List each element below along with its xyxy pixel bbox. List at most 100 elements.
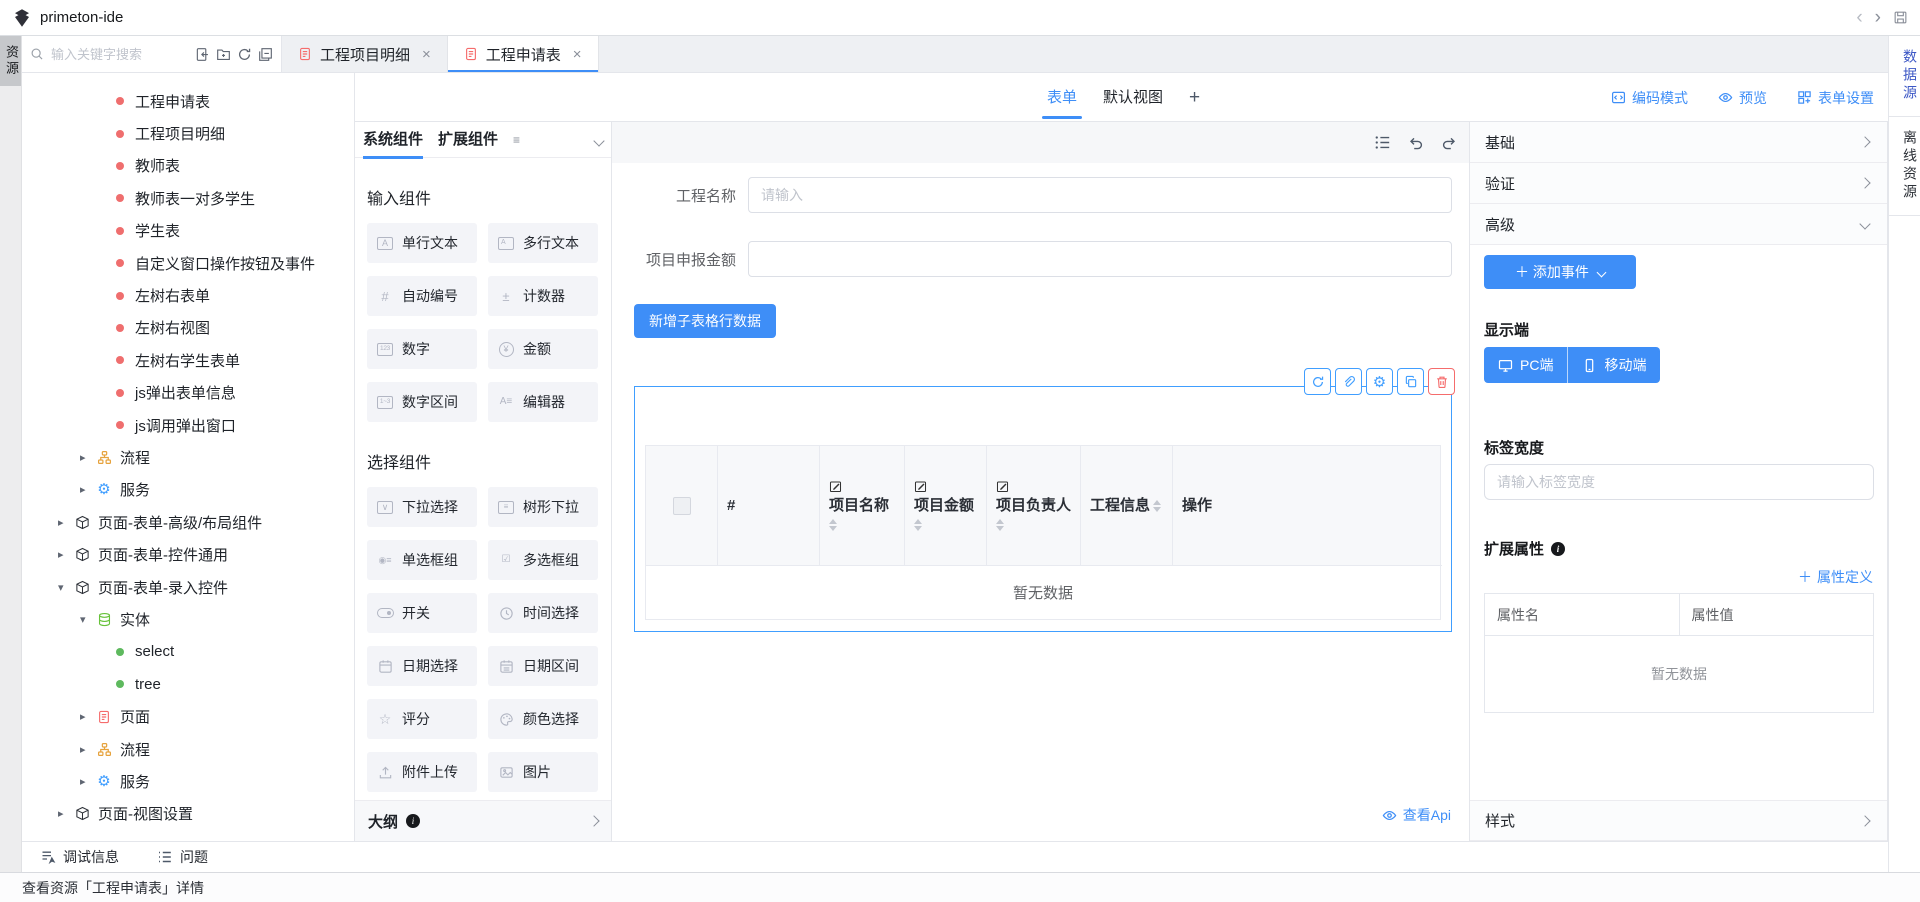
caret-right-icon[interactable]: ▸ (58, 516, 74, 529)
tree-item[interactable]: ▸流程 (22, 733, 354, 765)
right-strip-tab[interactable]: 离线资源 (1889, 117, 1920, 216)
palette-footer[interactable]: 大纲 i (355, 800, 611, 841)
tree-item[interactable]: 左树右学生表单 (22, 344, 354, 376)
edit-icon[interactable] (829, 480, 842, 493)
redo-icon[interactable] (1441, 135, 1457, 151)
add-view-button[interactable]: + (1189, 73, 1200, 122)
save-icon[interactable] (1893, 10, 1908, 25)
palette-item[interactable]: ☑多选框组 (488, 540, 598, 580)
palette-item[interactable]: 123数字 (367, 329, 477, 369)
checkbox[interactable] (673, 497, 691, 515)
palette-item[interactable]: 颜色选择 (488, 699, 598, 739)
inspector-section-collapsed[interactable]: 验证 (1470, 163, 1887, 204)
gear-solid-button[interactable]: ⚙ (1366, 368, 1393, 395)
caret-right-icon[interactable]: ▸ (80, 743, 96, 756)
sync-button[interactable] (1304, 368, 1331, 395)
field-input[interactable] (748, 177, 1452, 213)
chevron-down-icon[interactable] (595, 132, 603, 148)
tree-item[interactable]: js调用弹出窗口 (22, 409, 354, 441)
edit-icon[interactable] (996, 480, 1009, 493)
bottom-tab-debug[interactable]: 调试信息 (40, 847, 119, 867)
document-tab[interactable]: 工程申请表× (448, 36, 599, 72)
caret-right-icon[interactable]: ▸ (80, 775, 96, 788)
view-api-link[interactable]: 查看Api (1382, 805, 1451, 825)
locate-file-icon[interactable] (195, 47, 210, 62)
tree-item[interactable]: tree (22, 668, 354, 700)
sort-icons[interactable] (829, 519, 837, 531)
palette-item[interactable]: 开关 (367, 593, 477, 633)
search-input[interactable] (49, 46, 190, 63)
palette-item[interactable]: ◉≡单选框组 (367, 540, 477, 580)
palette-item[interactable]: ¥金额 (488, 329, 598, 369)
style-section[interactable]: 样式 (1470, 800, 1887, 841)
link-button[interactable] (1335, 368, 1362, 395)
tree-item[interactable]: ▸⚙服务 (22, 765, 354, 797)
tree-item[interactable]: 自定义窗口操作按钮及事件 (22, 247, 354, 279)
inspector-section-collapsed[interactable]: 基础 (1470, 122, 1887, 163)
action-eye[interactable]: 预览 (1718, 88, 1767, 108)
palette-item[interactable]: 日期选择 (367, 646, 477, 686)
resources-strip-tab[interactable]: 资源 (0, 36, 21, 86)
nav-forward-icon[interactable]: › (1875, 8, 1881, 27)
palette-item[interactable]: A≡编辑器 (488, 382, 598, 422)
palette-item[interactable]: ☆评分 (367, 699, 477, 739)
sort-icons[interactable] (996, 519, 1004, 531)
caret-right-icon[interactable]: ▸ (80, 710, 96, 723)
tree-item[interactable]: 左树右表单 (22, 279, 354, 311)
palette-item[interactable]: ≡树形下拉 (488, 487, 598, 527)
tree-item[interactable]: ▸页面 (22, 700, 354, 732)
field-input[interactable] (748, 241, 1452, 277)
tree-item[interactable]: ▸⚙服务 (22, 474, 354, 506)
action-code-mode[interactable]: 编码模式 (1611, 88, 1688, 108)
palette-item[interactable]: 日期区间 (488, 646, 598, 686)
edit-icon[interactable] (914, 480, 927, 493)
tree-item[interactable]: 左树右视图 (22, 312, 354, 344)
nav-back-icon[interactable]: ‹ (1856, 8, 1862, 27)
caret-down-icon[interactable]: ▾ (80, 613, 96, 626)
palette-item[interactable]: 图片 (488, 752, 598, 792)
add-folder-icon[interactable] (216, 47, 231, 62)
close-icon[interactable]: × (422, 46, 431, 63)
bottom-tab-issues[interactable]: 问题 (157, 847, 208, 867)
collapse-panel-icon[interactable] (258, 47, 273, 62)
close-icon[interactable]: × (573, 46, 582, 63)
palette-item[interactable]: 时间选择 (488, 593, 598, 633)
palette-item[interactable]: ±计数器 (488, 276, 598, 316)
palette-item[interactable]: 附件上传 (367, 752, 477, 792)
palette-item[interactable]: #自动编号 (367, 276, 477, 316)
label-width-input[interactable] (1484, 464, 1874, 500)
tree-item[interactable]: 工程项目明细 (22, 117, 354, 149)
tree-item[interactable]: ▾实体 (22, 603, 354, 635)
sort-icons[interactable] (914, 519, 922, 531)
tree-item[interactable]: js弹出表单信息 (22, 377, 354, 409)
tree-item[interactable]: ▸页面-表单-高级/布局组件 (22, 506, 354, 538)
inspector-section-expanded[interactable]: 高级 (1470, 204, 1887, 245)
palette-item[interactable]: A多行文本 (488, 223, 598, 263)
right-strip-tab[interactable]: 数据源 (1889, 36, 1920, 117)
tree-item[interactable]: 教师表 (22, 150, 354, 182)
palette-item[interactable]: 1~3数字区间 (367, 382, 477, 422)
add-event-button[interactable]: ＋ 添加事件 (1484, 255, 1636, 289)
tree-item[interactable]: ▸流程 (22, 441, 354, 473)
define-property-link[interactable]: ＋ 属性定义 (1798, 567, 1873, 587)
tree-item[interactable]: 工程申请表 (22, 85, 354, 117)
palette-tab[interactable]: 扩展组件 (438, 122, 498, 158)
tree-item[interactable]: ▸页面-表单-控件通用 (22, 538, 354, 570)
menu-icon[interactable]: ≡ (513, 133, 520, 147)
document-tab[interactable]: 工程项目明细× (282, 36, 448, 72)
palette-tab[interactable]: 系统组件 (363, 122, 423, 158)
tree-item[interactable]: 教师表一对多学生 (22, 182, 354, 214)
outline-icon[interactable] (1374, 134, 1391, 151)
copy-button[interactable] (1397, 368, 1424, 395)
add-subtable-row-button[interactable]: 新增子表格行数据 (634, 304, 776, 338)
palette-item[interactable]: A单行文本 (367, 223, 477, 263)
caret-right-icon[interactable]: ▸ (80, 483, 96, 496)
action-grid[interactable]: 表单设置 (1797, 88, 1874, 108)
caret-down-icon[interactable]: ▾ (58, 581, 74, 594)
palette-item[interactable]: ∨下拉选择 (367, 487, 477, 527)
selected-table-component[interactable]: #项目名称项目金额项目负责人工程信息操作 暂无数据 (634, 386, 1452, 632)
tree-item[interactable]: select (22, 636, 354, 668)
sort-icons[interactable] (1153, 500, 1161, 512)
caret-right-icon[interactable]: ▸ (80, 451, 96, 464)
refresh-icon[interactable] (237, 47, 252, 62)
